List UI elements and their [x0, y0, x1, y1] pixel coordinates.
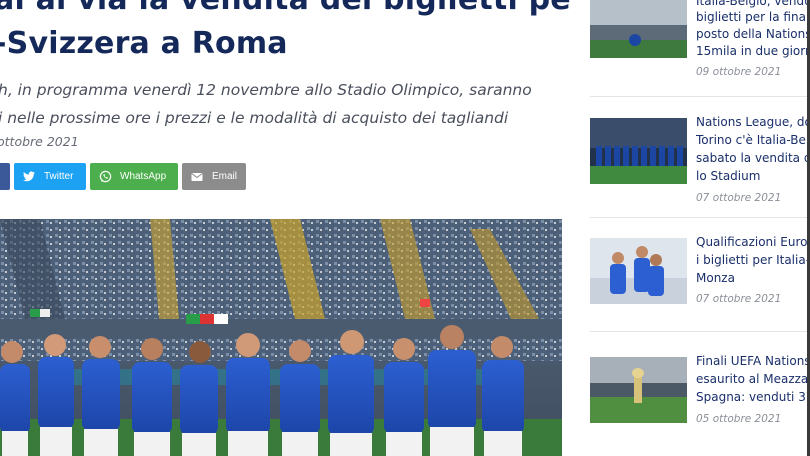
- related-date-2: 07 ottobre 2021: [696, 192, 782, 204]
- twitter-share-button[interactable]: Twitter: [14, 163, 86, 190]
- article-date: ottobre 2021: [0, 134, 79, 149]
- related-date-1: 09 ottobre 2021: [696, 66, 782, 78]
- facebook-share-button[interactable]: [0, 163, 10, 190]
- whatsapp-icon: [98, 170, 112, 184]
- sidebar-divider: [590, 96, 810, 97]
- article-subtitle-line2: i nelle prossime ore i prezzi e le modal…: [0, 109, 509, 127]
- sidebar-divider: [590, 217, 810, 218]
- related-title-3-line3[interactable]: Monza: [696, 269, 810, 287]
- article-subtitle-line1: h, in programma venerdì 12 novembre allo…: [0, 81, 532, 99]
- related-title-2-line3[interactable]: sabato la vendita de: [696, 149, 810, 167]
- related-title-1-line4[interactable]: 15mila in due giorni: [696, 42, 810, 60]
- email-share-label: Email: [212, 171, 238, 182]
- related-title-1-line2[interactable]: biglietti per la finali: [696, 8, 810, 26]
- related-title-3-line1[interactable]: Qualificazioni Euro: [696, 233, 810, 251]
- related-date-3: 07 ottobre 2021: [696, 293, 782, 305]
- related-title-4-line1[interactable]: Finali UEFA Nations: [696, 352, 810, 370]
- related-title-4-line2[interactable]: esaurito al Meazza: [696, 370, 810, 388]
- whatsapp-share-label: WhatsApp: [120, 171, 167, 182]
- related-date-4: 05 ottobre 2021: [696, 413, 782, 425]
- related-title-2-line1[interactable]: Nations League, do: [696, 113, 810, 131]
- article-title-line1: al al via la vendita dei biglietti per: [0, 0, 570, 17]
- twitter-icon: [22, 170, 36, 184]
- related-title-4-line3[interactable]: Spagna: venduti 37: [696, 388, 810, 406]
- related-title-2-line2[interactable]: Torino c'è Italia-Bel: [696, 131, 810, 149]
- envelope-icon: [190, 170, 204, 184]
- email-share-button[interactable]: Email: [182, 163, 246, 190]
- sidebar-divider: [590, 331, 810, 332]
- team-anthem-photo-illustration: [0, 219, 562, 456]
- related-title-3-line2[interactable]: i biglietti per Italia-: [696, 251, 810, 269]
- related-thumb-2[interactable]: [590, 118, 687, 184]
- related-title-1-line3[interactable]: posto della Nations: [696, 25, 810, 43]
- article-main: al al via la vendita dei biglietti per -…: [0, 0, 570, 456]
- related-title-2-line4[interactable]: lo Stadium: [696, 167, 810, 185]
- twitter-share-label: Twitter: [44, 171, 74, 182]
- article-photo: [0, 219, 562, 456]
- whatsapp-share-button[interactable]: WhatsApp: [90, 163, 178, 190]
- related-thumb-4[interactable]: [590, 357, 687, 423]
- related-thumb-3[interactable]: [590, 238, 687, 304]
- article-title-line2: -Svizzera a Roma: [0, 26, 288, 61]
- related-thumb-1[interactable]: [590, 0, 687, 58]
